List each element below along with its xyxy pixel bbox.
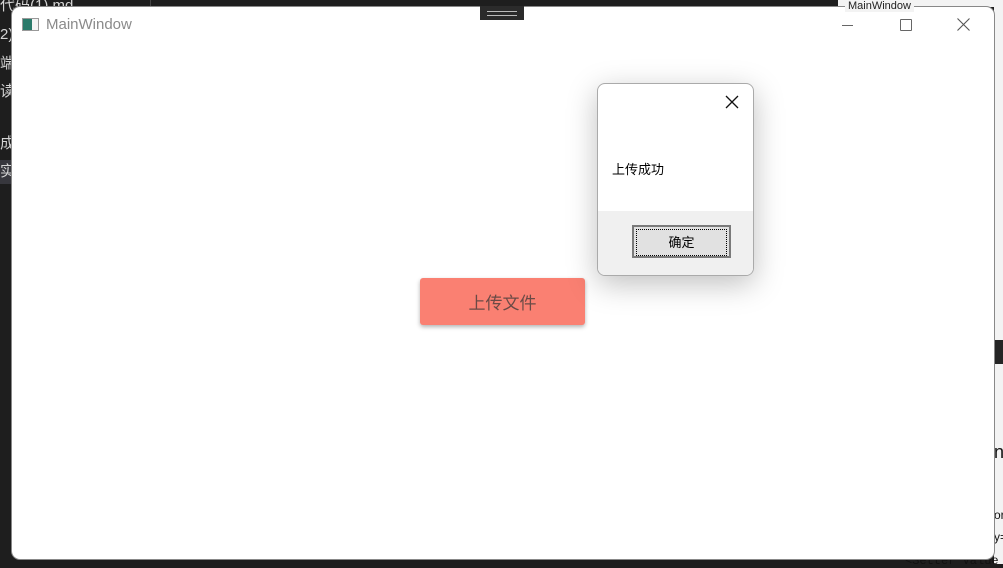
ok-button[interactable]: 确定 <box>632 225 731 258</box>
bg-text: ne <box>994 442 1003 462</box>
bg-text: or <box>994 508 1003 522</box>
bg-text: y= <box>994 530 1003 544</box>
main-window: MainWindow 上传文件 <box>12 7 994 559</box>
close-icon <box>957 18 970 31</box>
background-window-title: MainWindow <box>845 0 914 12</box>
background-window-edge <box>994 7 1003 564</box>
upload-file-button[interactable]: 上传文件 <box>420 278 585 325</box>
message-box: 上传成功 确定 <box>597 83 754 276</box>
ok-button-label: 确定 <box>636 229 727 256</box>
drag-handle[interactable] <box>480 6 524 20</box>
dialog-close-icon[interactable] <box>725 95 739 109</box>
dialog-message: 上传成功 <box>612 162 665 177</box>
dialog-footer: 确定 <box>598 211 753 275</box>
maximize-button[interactable] <box>876 7 934 43</box>
minimize-button[interactable] <box>818 7 876 43</box>
app-icon <box>22 18 39 31</box>
divider <box>150 0 151 7</box>
background-dark-bar <box>994 340 1003 364</box>
close-button[interactable] <box>934 7 992 43</box>
window-title: MainWindow <box>46 16 132 33</box>
